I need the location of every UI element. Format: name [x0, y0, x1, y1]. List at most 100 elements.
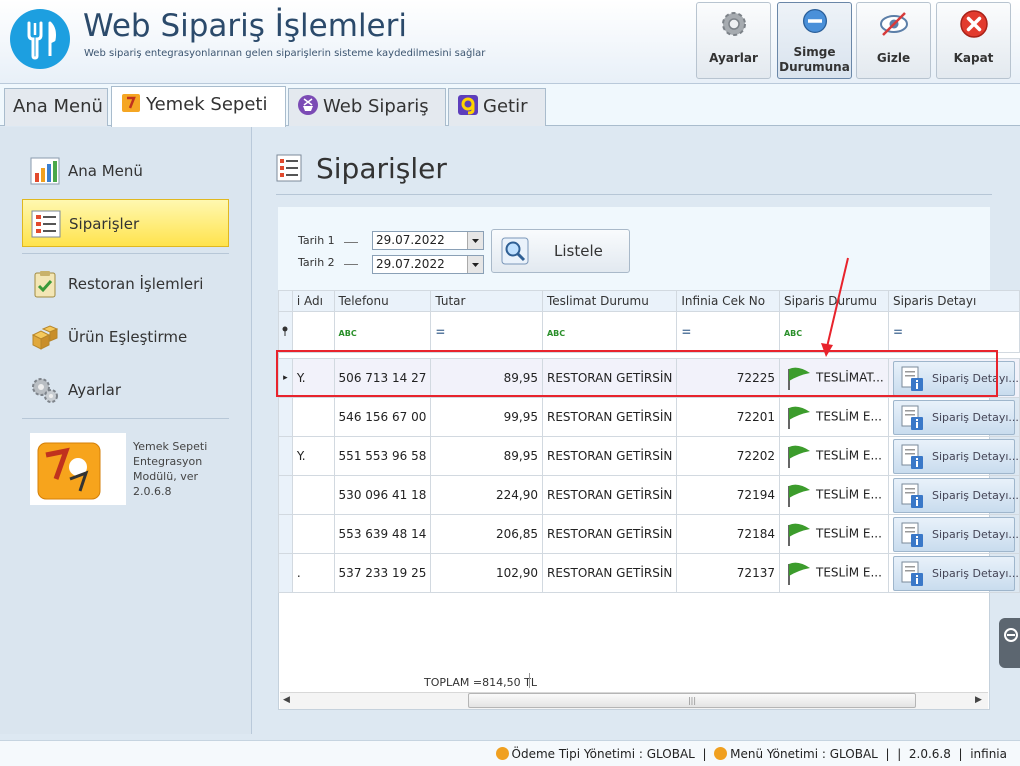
check-no-cell[interactable]: 72202: [676, 436, 780, 476]
amount-cell[interactable]: 89,95: [430, 436, 543, 476]
clipboard-check-icon: [34, 271, 56, 298]
status-cell[interactable]: TESLİM E...: [778, 553, 889, 593]
side-collapse-tab[interactable]: [999, 618, 1020, 668]
order-detail-button[interactable]: Sipariş Detayı...: [892, 477, 1018, 513]
check-no-cell[interactable]: 72137: [676, 553, 780, 593]
delivery-cell[interactable]: RESTORAN GETİRSİN: [541, 436, 678, 476]
column-header[interactable]: Siparis Detayı: [887, 290, 1020, 312]
check-no-cell[interactable]: 72194: [676, 475, 780, 515]
minimize-label-line2: Durumuna: [779, 60, 850, 74]
scrollbar-thumb[interactable]: |||: [468, 693, 916, 708]
list-button[interactable]: Listele: [491, 229, 630, 273]
detail-button-label: Sipariş Detayı...: [931, 527, 1019, 541]
delivery-cell[interactable]: RESTORAN GETİRSİN: [541, 475, 678, 515]
payment-management-status[interactable]: Ödeme Tipi Yönetimi : GLOBAL: [512, 747, 695, 761]
filter-cell[interactable]: =: [887, 311, 1020, 353]
date1-dropdown[interactable]: [467, 232, 483, 249]
delivery-cell[interactable]: RESTORAN GETİRSİN: [541, 397, 678, 437]
filter-pin-icon: [278, 311, 293, 353]
status-cell[interactable]: TESLİM E...: [778, 436, 889, 476]
module-info-line: 2.0.6.8: [133, 485, 172, 498]
customer-cell[interactable]: [291, 514, 335, 554]
column-header[interactable]: Infinia Cek No: [676, 290, 780, 312]
detail-cell: Sipariş Detayı...: [887, 553, 1020, 593]
status-cell[interactable]: TESLİM E...: [778, 475, 889, 515]
status-cell[interactable]: TESLİM E...: [778, 514, 889, 554]
status-cell[interactable]: TESLİM E...: [778, 397, 889, 437]
delivery-cell[interactable]: RESTORAN GETİRSİN: [541, 553, 678, 593]
phone-cell[interactable]: 553 639 48 14: [333, 514, 432, 554]
sidebar-item-ana-menu[interactable]: Ana Menü: [22, 147, 229, 195]
phone-cell[interactable]: 537 233 19 25: [333, 553, 432, 593]
detail-cell: Sipariş Detayı...: [887, 475, 1020, 515]
title-divider: [276, 194, 992, 195]
module-tab-strip: Ana Menü Yemek Sepeti Web Sipariş Getir: [0, 84, 1020, 127]
filter-cell[interactable]: ABC: [333, 311, 432, 353]
scroll-right-arrow-icon[interactable]: ▶: [975, 695, 982, 705]
table-row[interactable]: 546 156 67 00 99,95 RESTORAN GETİRSİN 72…: [278, 397, 1020, 437]
sidebar-item-siparisler[interactable]: Siparişler: [22, 199, 229, 247]
phone-cell[interactable]: 530 096 41 18: [333, 475, 432, 515]
date2-label: Tarih 2: [298, 256, 335, 269]
tab-getir[interactable]: Getir: [448, 88, 546, 126]
tab-yemek-sepeti[interactable]: Yemek Sepeti: [111, 86, 286, 127]
date2-field[interactable]: 29.07.2022: [372, 255, 484, 274]
date2-dropdown[interactable]: [467, 256, 483, 273]
order-detail-button[interactable]: Sipariş Detayı...: [892, 399, 1018, 435]
delivery-cell[interactable]: RESTORAN GETİRSİN: [541, 514, 678, 554]
module-info-line: Modülü, ver: [133, 470, 198, 483]
date1-field[interactable]: 29.07.2022: [372, 231, 484, 250]
column-header[interactable]: Telefonu: [333, 290, 432, 312]
status-text: TESLİM E...: [815, 487, 882, 502]
table-row[interactable]: 530 096 41 18 224,90 RESTORAN GETİRSİN 7…: [278, 475, 1020, 515]
text-filter-icon: ABC: [338, 329, 357, 338]
amount-cell[interactable]: 99,95: [430, 397, 543, 437]
list-icon: [31, 210, 61, 238]
filter-cell[interactable]: [291, 311, 335, 353]
customer-cell[interactable]: .: [291, 553, 335, 593]
phone-cell[interactable]: 551 553 96 58: [333, 436, 432, 476]
tab-ana-menu[interactable]: Ana Menü: [4, 88, 108, 126]
amount-cell[interactable]: 102,90: [430, 553, 543, 593]
table-row[interactable]: Y. 551 553 96 58 89,95 RESTORAN GETİRSİN…: [278, 436, 1020, 476]
check-no-cell[interactable]: 72201: [676, 397, 780, 437]
column-header[interactable]: Tutar: [430, 290, 543, 312]
status-separator: |: [897, 747, 902, 761]
minimize-button[interactable]: Simge Durumuna: [777, 2, 852, 79]
hide-button[interactable]: Gizle: [856, 2, 931, 79]
filter-cell[interactable]: =: [430, 311, 543, 353]
row-indicator: [278, 397, 293, 437]
gear-icon: [721, 12, 746, 36]
tab-label-getir: Getir: [483, 96, 528, 117]
date1-value: 29.07.2022: [376, 233, 445, 247]
phone-cell[interactable]: 546 156 67 00: [333, 397, 432, 437]
sidebar-item-restoran-islemleri[interactable]: Restoran İşlemleri: [22, 260, 229, 308]
filter-cell[interactable]: =: [676, 311, 780, 353]
order-detail-button[interactable]: Sipariş Detayı...: [892, 516, 1018, 552]
filter-cell[interactable]: ABC: [541, 311, 678, 353]
minimize-label: Simge Durumuna: [778, 45, 851, 75]
customer-cell[interactable]: Y.: [291, 436, 335, 476]
amount-cell[interactable]: 206,85: [430, 514, 543, 554]
order-detail-button[interactable]: Sipariş Detayı...: [892, 555, 1018, 591]
settings-button[interactable]: Ayarlar: [696, 2, 771, 79]
sidebar-item-urun-eslestirme[interactable]: Ürün Eşleştirme: [22, 313, 229, 361]
sidebar-item-label: Siparişler: [69, 215, 140, 233]
menu-management-status[interactable]: Menü Yönetimi : GLOBAL: [730, 747, 878, 761]
column-header[interactable]: Teslimat Durumu: [541, 290, 678, 312]
table-row[interactable]: . 537 233 19 25 102,90 RESTORAN GETİRSİN…: [278, 553, 1020, 593]
order-detail-button[interactable]: Sipariş Detayı...: [892, 438, 1018, 474]
customer-cell[interactable]: [291, 475, 335, 515]
customer-cell[interactable]: [291, 397, 335, 437]
sidebar-item-ayarlar[interactable]: Ayarlar: [22, 366, 229, 414]
amount-cell[interactable]: 224,90: [430, 475, 543, 515]
table-row[interactable]: 553 639 48 14 206,85 RESTORAN GETİRSİN 7…: [278, 514, 1020, 554]
tab-web-siparis[interactable]: Web Sipariş: [288, 88, 446, 126]
column-header[interactable]: i Adı: [291, 290, 335, 312]
label-leader-line: [344, 264, 358, 265]
check-no-cell[interactable]: 72184: [676, 514, 780, 554]
document-info-icon: [901, 483, 923, 508]
list-button-label: Listele: [554, 242, 603, 260]
scroll-left-arrow-icon[interactable]: ◀: [283, 695, 290, 705]
close-button[interactable]: Kapat: [936, 2, 1011, 79]
